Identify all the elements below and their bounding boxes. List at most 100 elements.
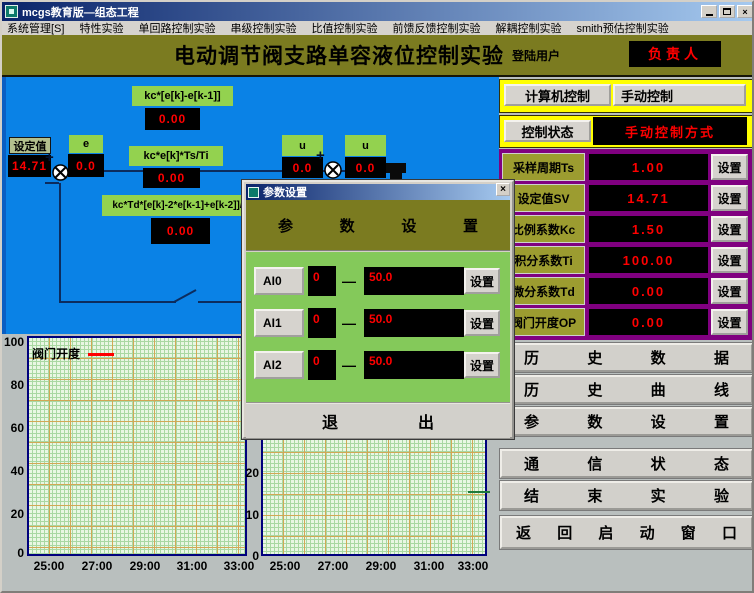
param-set-button-td[interactable]: 设置	[711, 278, 748, 304]
feedback-line-left	[60, 301, 176, 303]
chart1-ytick: 60	[2, 421, 24, 435]
app-icon	[5, 5, 18, 18]
param-value-ti: 100.00	[589, 247, 708, 273]
chart2-xtick: 25:00	[264, 559, 306, 573]
minimize-icon	[706, 14, 713, 16]
i-term-formula: kc*e[k]*Ts/Ti	[129, 146, 223, 166]
control-status-button[interactable]: 控制状态	[504, 120, 591, 142]
minimize-button[interactable]	[701, 5, 717, 18]
history-curve-button[interactable]: 历史曲线	[500, 375, 753, 404]
param-label-ti: 积分系数Ti	[502, 246, 585, 274]
title-bar: mcgs教育版—组态工程 ×	[2, 2, 754, 21]
range-dash: —	[342, 315, 356, 331]
dialog-title: 参数设置	[263, 184, 307, 200]
ai2-high-value: 50.0	[364, 351, 464, 379]
restore-button[interactable]	[719, 5, 735, 18]
history-data-button[interactable]: 历史数据	[500, 343, 753, 372]
manual-control-button[interactable]: 手动控制	[613, 84, 746, 106]
valve-icon	[386, 163, 406, 173]
ai0-set-button[interactable]: 设置	[464, 268, 500, 294]
chart1-ytick: 0	[2, 546, 24, 560]
banner: 电动调节阀支路单容液位控制实验 登陆用户 负责人	[2, 35, 754, 77]
chart2-xtick: 27:00	[312, 559, 354, 573]
exit-button[interactable]: 退出	[246, 402, 510, 438]
range-dash: —	[342, 273, 356, 289]
chart2-xtick: 33:00	[452, 559, 494, 573]
chart2-ytick: 10	[237, 508, 259, 522]
ai1-high-value: 50.0	[364, 309, 464, 337]
dialog-row-ai0: AI0 0 — 50.0 设置	[246, 266, 510, 296]
return-start-window-button[interactable]: 返回启动窗口	[500, 516, 753, 549]
chart2-xtick: 31:00	[408, 559, 450, 573]
ai1-set-button[interactable]: 设置	[464, 310, 500, 336]
level-trace	[468, 491, 490, 493]
dialog-body: AI0 0 — 50.0 设置 AI1 0 — 50.0 设置 AI2 0 — …	[246, 250, 510, 402]
param-value-td: 0.00	[589, 278, 708, 304]
chart1-legend-line-icon	[88, 353, 114, 356]
d-term-formula: kc*Td*[e[k]-2*e[k-1]+e[k-2]]/	[102, 195, 253, 216]
feedback-line-vertical	[59, 183, 61, 303]
switch-icon	[172, 287, 198, 304]
end-experiment-button[interactable]: 结束实验	[500, 481, 753, 510]
dialog-icon	[248, 187, 259, 198]
param-label-ts: 采样周期Ts	[502, 153, 585, 181]
param-set-button-ts[interactable]: 设置	[711, 154, 748, 180]
param-set-button-ti[interactable]: 设置	[711, 247, 748, 273]
p-term-formula: kc*[e[k]-e[k-1]]	[132, 86, 233, 106]
chart1-ytick: 20	[2, 507, 24, 521]
u2-label: u	[345, 135, 386, 156]
error-label: e	[69, 135, 103, 153]
d-term-value: 0.00	[151, 218, 210, 244]
param-set-button-sv[interactable]: 设置	[711, 185, 748, 211]
parameter-dialog: 参数设置 × 参数设置 AI0 0 — 50.0 设置 AI1 0 — 50.0…	[242, 180, 514, 439]
dialog-close-button[interactable]: ×	[496, 183, 510, 196]
dialog-title-bar: 参数设置	[246, 184, 510, 200]
menu-item-smith[interactable]: smith预估控制实验	[576, 20, 668, 36]
menu-item-single-loop[interactable]: 单回路控制实验	[138, 20, 215, 36]
param-set-button-op[interactable]: 设置	[711, 309, 748, 335]
ai2-button[interactable]: AI2	[254, 351, 304, 379]
param-label-sv: 设定值SV	[502, 184, 585, 212]
menu-item-feedforward[interactable]: 前馈反馈控制实验	[392, 20, 480, 36]
param-set-button-kc[interactable]: 设置	[711, 216, 748, 242]
param-label-td: 微分系数Td	[502, 277, 585, 305]
window-title: mcgs教育版—组态工程	[22, 4, 139, 20]
chart1-legend-label: 阀门开度	[32, 345, 80, 362]
error-value: 0.0	[68, 154, 104, 177]
dialog-header: 参数设置	[246, 200, 510, 250]
range-dash: —	[342, 357, 356, 373]
chart1-xtick: 27:00	[76, 559, 118, 573]
control-status-value: 手动控制方式	[593, 117, 747, 145]
chart2-xtick: 29:00	[360, 559, 402, 573]
param-value-op: 0.00	[589, 309, 708, 335]
ai1-button[interactable]: AI1	[254, 309, 304, 337]
ai0-button[interactable]: AI0	[254, 267, 304, 295]
ai2-set-button[interactable]: 设置	[464, 352, 500, 378]
param-value-kc: 1.50	[589, 216, 708, 242]
dialog-row-ai1: AI1 0 — 50.0 设置	[246, 308, 510, 338]
communication-status-button[interactable]: 通信状态	[500, 449, 753, 478]
application-window: mcgs教育版—组态工程 × 系统管理[S] 特性实验 单回路控制实验 串级控制…	[0, 0, 754, 593]
menu-item-ratio[interactable]: 比值控制实验	[311, 20, 377, 36]
menu-item-decoupling[interactable]: 解耦控制实验	[495, 20, 561, 36]
menu-item-cascade[interactable]: 串级控制实验	[230, 20, 296, 36]
chart1-xtick: 29:00	[124, 559, 166, 573]
chart2-ytick: 0	[237, 549, 259, 563]
param-label-kc: 比例系数Kc	[502, 215, 585, 243]
menu-bar: 系统管理[S] 特性实验 单回路控制实验 串级控制实验 比值控制实验 前馈反馈控…	[2, 21, 754, 35]
ai1-low-value: 0	[308, 308, 336, 338]
ai0-low-value: 0	[308, 266, 336, 296]
close-button[interactable]: ×	[737, 5, 753, 18]
computer-control-button[interactable]: 计算机控制	[504, 84, 611, 106]
chart1-ytick: 100	[2, 335, 24, 349]
menu-item-system[interactable]: 系统管理[S]	[7, 20, 64, 36]
login-user-label: 登陆用户	[512, 47, 560, 64]
valve-opening-chart	[27, 336, 247, 556]
chart1-xtick: 31:00	[171, 559, 213, 573]
summing-junction-2-icon	[324, 161, 342, 179]
chart1-xtick: 25:00	[28, 559, 70, 573]
chart1-ytick: 40	[2, 464, 24, 478]
dialog-row-ai2: AI2 0 — 50.0 设置	[246, 350, 510, 380]
menu-item-characteristic[interactable]: 特性实验	[79, 20, 123, 36]
parameter-setting-button[interactable]: 参数设置	[500, 407, 753, 436]
